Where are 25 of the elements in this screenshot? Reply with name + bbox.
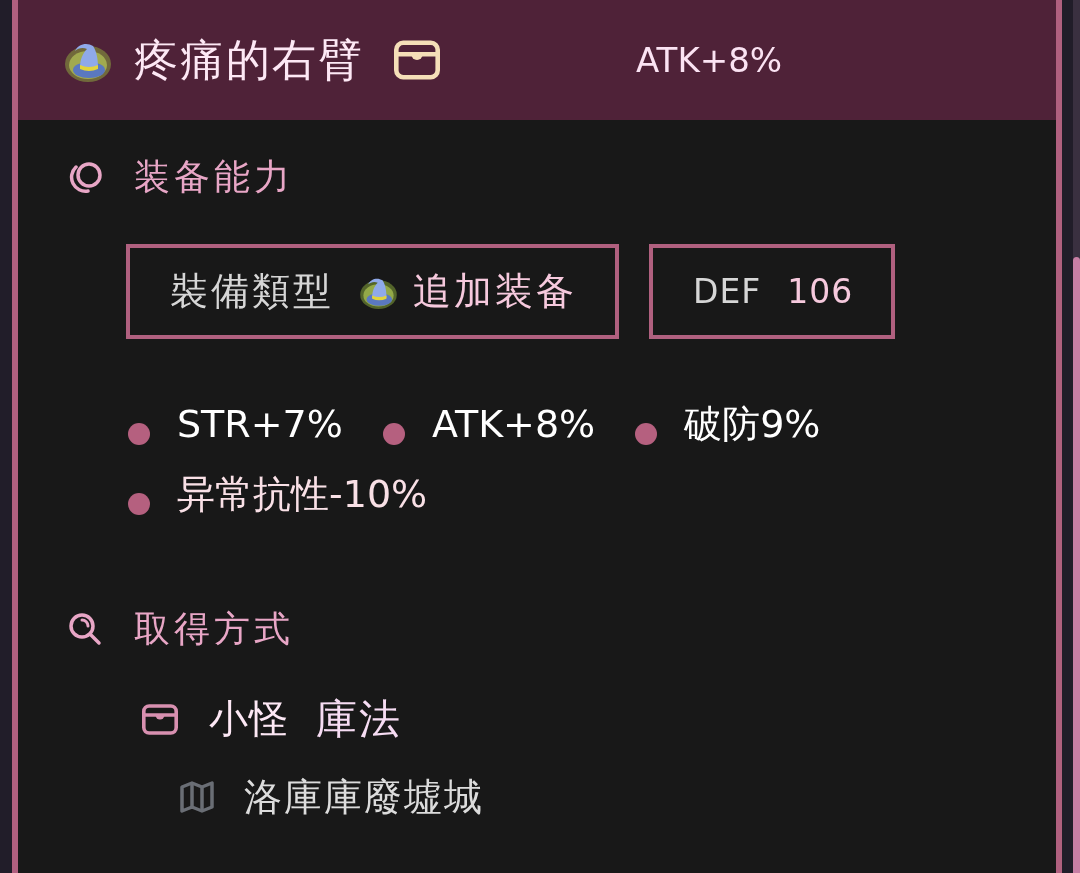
- section-title: 装备能力: [134, 154, 294, 199]
- defense-label: DEF: [693, 272, 762, 311]
- scrollbar-thumb[interactable]: [1073, 257, 1080, 873]
- search-icon: [68, 612, 102, 646]
- bullet-icon: [382, 423, 405, 445]
- monster-name: 庫法: [316, 693, 402, 745]
- header-stat: ATK+8%: [636, 40, 783, 80]
- chest-icon: [394, 40, 440, 80]
- map-icon: [180, 781, 214, 813]
- type-label: 裝備類型: [170, 268, 334, 315]
- ring-icon: [68, 161, 104, 193]
- defense-value: 106: [787, 272, 854, 311]
- stat-text: ATK+8%: [431, 402, 596, 446]
- bullet-icon: [635, 423, 658, 445]
- chest-icon: [142, 703, 178, 735]
- bullet-icon: [128, 423, 150, 445]
- monster-type: 小怪: [209, 695, 289, 743]
- stat-text: 异常抗性-10%: [177, 470, 428, 518]
- bullet-icon: [128, 493, 150, 515]
- location-name: 洛庫庫廢墟城: [244, 773, 484, 821]
- stat-text: STR+7%: [177, 402, 343, 446]
- item-title: 疼痛的右臂: [134, 32, 364, 87]
- section-title: 取得方式: [134, 606, 294, 651]
- stat-text: 破防9%: [684, 400, 821, 448]
- type-value: 追加装备: [413, 268, 577, 315]
